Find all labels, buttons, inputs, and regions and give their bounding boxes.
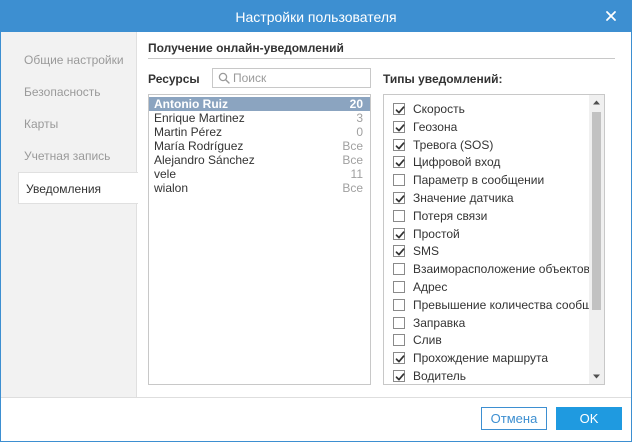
sidebar-item-account[interactable]: Учетная запись [1, 140, 137, 172]
notification-type-checkbox[interactable] [393, 209, 405, 222]
notification-type-item[interactable]: Параметр в сообщении [393, 171, 589, 189]
notification-type-item[interactable]: Потеря связи [393, 207, 589, 225]
sidebar-item-notifications[interactable]: Уведомления [18, 172, 138, 204]
resource-name: wialon [154, 181, 189, 195]
resource-name: María Rodríguez [154, 139, 244, 153]
close-icon[interactable] [605, 10, 617, 22]
resource-name: Antonio Ruiz [154, 97, 228, 111]
notification-type-checkbox[interactable] [393, 245, 405, 258]
notification-type-label: Цифровой вход [413, 155, 501, 170]
notification-type-label: Параметр в сообщении [413, 173, 545, 188]
notification-type-label: Прохождение маршрута [413, 351, 549, 366]
notification-type-item[interactable]: Геозона [393, 118, 589, 136]
notification-type-checkbox[interactable] [393, 298, 405, 311]
resource-name: vele [154, 167, 177, 181]
resource-count: 3 [356, 111, 363, 125]
notification-type-label: Простой [413, 226, 460, 241]
resource-name: Martin Pérez [154, 125, 223, 139]
notification-type-item[interactable]: Адрес [393, 278, 589, 296]
cancel-button[interactable]: Отмена [481, 407, 547, 430]
notification-type-label: Потеря связи [413, 208, 488, 223]
notification-type-checkbox[interactable] [393, 138, 405, 151]
resource-count: Все [342, 153, 363, 167]
search-icon [218, 72, 230, 84]
notification-type-item[interactable]: Значение датчика [393, 189, 589, 207]
notification-type-item[interactable]: Слив [393, 331, 589, 349]
notification-type-label: Взаиморасположение объектов [413, 262, 589, 277]
notification-type-checkbox[interactable] [393, 352, 405, 365]
sidebar-item-security[interactable]: Безопасность [1, 76, 137, 108]
notification-type-checkbox[interactable] [393, 370, 405, 382]
notification-type-item[interactable]: Водитель [393, 367, 589, 384]
scrollbar-thumb[interactable] [592, 112, 601, 310]
notification-type-label: Адрес [413, 280, 448, 294]
notification-type-checkbox[interactable] [393, 120, 405, 133]
notification-type-checkbox[interactable] [393, 263, 405, 276]
resources-list[interactable]: Antonio Ruiz 20 Enrique Martinez 3 Martin Pé… [148, 94, 371, 385]
notification-type-item[interactable]: Скорость [393, 100, 589, 118]
resource-row[interactable]: vele 11 [149, 167, 370, 181]
notification-type-label: Водитель [413, 369, 467, 383]
notification-type-label: Тревога (SOS) [413, 137, 494, 152]
notification-type-item[interactable]: Тревога (SOS) [393, 136, 589, 154]
notification-type-label: Значение датчика [413, 191, 514, 205]
notification-type-label: Геозона [413, 119, 458, 134]
resource-row[interactable]: Antonio Ruiz 20 [149, 97, 370, 111]
resource-count: Все [342, 181, 363, 195]
resource-name: Enrique Martinez [154, 111, 245, 125]
resources-label: Ресурсы [148, 72, 200, 86]
notification-type-checkbox[interactable] [393, 103, 405, 115]
resource-count: 11 [350, 167, 363, 181]
notification-type-label: Заправка [413, 315, 466, 330]
notification-types-label: Типы уведомлений: [383, 72, 503, 86]
section-divider [148, 58, 615, 59]
resource-count: Все [342, 139, 363, 153]
notification-type-item[interactable]: Цифровой вход [393, 153, 589, 171]
resource-count: 20 [349, 97, 363, 111]
sidebar-item-maps[interactable]: Карты [1, 108, 137, 140]
arrow-down-icon[interactable] [589, 369, 604, 384]
notification-type-label: SMS [413, 244, 440, 259]
notification-type-item[interactable]: Простой [393, 225, 589, 243]
resource-row[interactable]: Martin Pérez 0 [149, 125, 370, 139]
resource-count: 0 [356, 125, 363, 139]
notification-type-checkbox[interactable] [393, 227, 405, 240]
notification-type-checkbox[interactable] [393, 316, 405, 329]
notification-type-checkbox[interactable] [393, 334, 405, 347]
arrow-up-icon[interactable] [589, 95, 604, 110]
search-input[interactable] [233, 70, 367, 86]
resource-row[interactable]: Alejandro Sánchez Все [149, 153, 370, 167]
notification-type-item[interactable]: SMS [393, 242, 589, 260]
notification-type-checkbox[interactable] [393, 174, 405, 187]
ok-button[interactable]: OK [556, 407, 622, 430]
search-field[interactable] [212, 68, 371, 88]
notification-types-list: Скорость Геозона Тревога (SOS) Цифровой вхо… [383, 94, 605, 385]
types-scrollbar[interactable] [589, 95, 604, 384]
resource-row[interactable]: Enrique Martinez 3 [149, 111, 370, 125]
resource-row[interactable]: María Rodríguez Все [149, 139, 370, 153]
title-bar: Настройки пользователя [1, 1, 631, 32]
notification-type-checkbox[interactable] [393, 156, 405, 169]
footer-divider [1, 397, 631, 398]
section-title: Получение онлайн-уведомлений [148, 41, 344, 55]
notification-type-item[interactable]: Прохождение маршрута [393, 349, 589, 367]
notification-type-checkbox[interactable] [393, 192, 405, 204]
notification-type-item[interactable]: Превышение количества сообщений [393, 296, 589, 314]
notification-type-checkbox[interactable] [393, 281, 405, 293]
notification-type-item[interactable]: Заправка [393, 314, 589, 332]
resource-name: Alejandro Sánchez [154, 153, 255, 167]
notification-type-label: Слив [413, 333, 442, 348]
dialog-title: Настройки пользователя [235, 9, 397, 25]
notification-type-label: Превышение количества сообщений [413, 297, 589, 312]
settings-sidebar: Общие настройки Безопасность Карты Учетн… [1, 32, 138, 397]
user-settings-dialog: Настройки пользователя Общие настройки Б… [0, 0, 632, 442]
resource-row[interactable]: wialon Все [149, 181, 370, 195]
sidebar-item-general[interactable]: Общие настройки [1, 44, 137, 76]
notification-type-label: Скорость [413, 102, 465, 116]
notification-type-item[interactable]: Взаиморасположение объектов [393, 260, 589, 278]
